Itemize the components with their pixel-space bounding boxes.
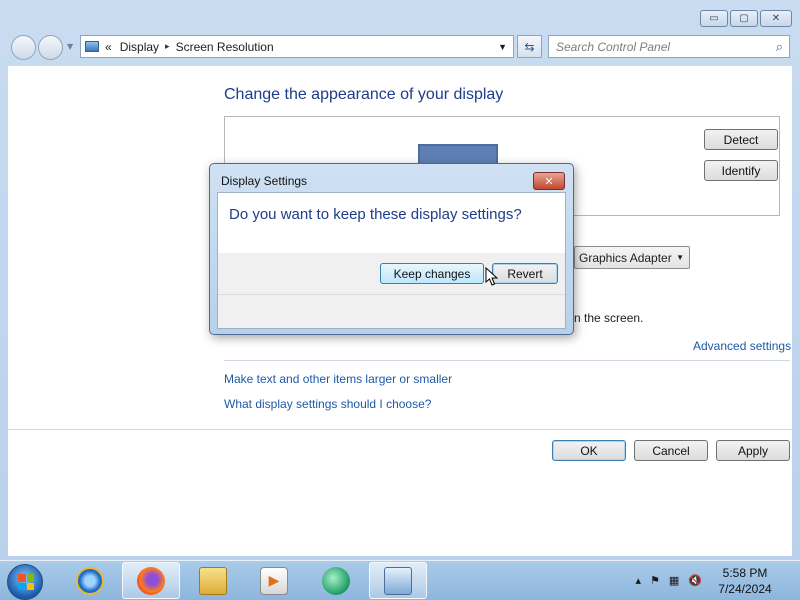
advanced-settings-link[interactable]: Advanced settings xyxy=(693,339,791,353)
clock-date: 7/24/2024 xyxy=(718,582,772,596)
ok-button[interactable]: OK xyxy=(552,440,626,461)
firefox-icon xyxy=(137,566,165,595)
breadcrumb-overflow[interactable]: « xyxy=(105,40,112,54)
control-panel-icon xyxy=(384,566,412,595)
screen-description-text: n the screen. xyxy=(574,311,644,325)
detect-button[interactable]: Detect xyxy=(704,129,778,150)
forward-button[interactable] xyxy=(38,35,63,60)
text-size-link[interactable]: Make text and other items larger or smal… xyxy=(224,372,452,386)
network-icon[interactable]: ▦ xyxy=(669,574,679,587)
display-help-link[interactable]: What display settings should I choose? xyxy=(224,397,431,411)
taskbar-media-center[interactable] xyxy=(307,562,365,599)
maximize-button[interactable]: ▢ xyxy=(730,10,758,27)
window-caption-buttons: ▭ ▢ ✕ xyxy=(700,10,792,27)
display-adapter-value: Graphics Adapter xyxy=(579,250,672,265)
chevron-down-icon: ▼ xyxy=(676,253,684,262)
taskbar: ▶ ▴ ⚑ ▦ 🔇 5:58 PM 7/24/2024 xyxy=(0,560,800,600)
media-player-icon: ▶ xyxy=(260,566,288,595)
taskbar-control-panel[interactable] xyxy=(369,562,427,599)
dialog-body: Do you want to keep these display settin… xyxy=(217,192,566,329)
dialog-close-button[interactable]: ✕ xyxy=(533,172,565,190)
volume-muted-icon[interactable]: 🔇 xyxy=(688,574,702,587)
dialog-question: Do you want to keep these display settin… xyxy=(229,206,522,223)
folder-icon xyxy=(199,566,227,595)
footer-divider xyxy=(8,429,792,430)
search-placeholder: Search Control Panel xyxy=(556,39,671,54)
recent-pages-dropdown-icon[interactable]: ▼ xyxy=(67,42,73,51)
search-input[interactable]: Search Control Panel ⌕ xyxy=(548,35,790,58)
keep-changes-button[interactable]: Keep changes xyxy=(380,263,484,284)
back-button[interactable] xyxy=(11,35,36,60)
taskbar-file-explorer[interactable] xyxy=(184,562,242,599)
close-window-button[interactable]: ✕ xyxy=(760,10,792,27)
address-bar[interactable]: « Display ▸ Screen Resolution ▼ xyxy=(80,35,514,58)
dialog-message-area: Do you want to keep these display settin… xyxy=(218,193,565,253)
identify-button[interactable]: Identify xyxy=(704,160,778,181)
media-center-icon xyxy=(322,566,350,595)
dialog-divider xyxy=(218,294,565,295)
navigation-bar: ▼ « Display ▸ Screen Resolution ▼ ⇆ Sear… xyxy=(0,34,800,60)
refresh-button[interactable]: ⇆ xyxy=(517,35,542,58)
section-divider xyxy=(224,360,790,361)
display-adapter-select[interactable]: Graphics Adapter ▼ xyxy=(574,246,690,269)
taskbar-firefox[interactable] xyxy=(122,562,180,599)
revert-button[interactable]: Revert xyxy=(492,263,558,284)
control-panel-icon xyxy=(85,41,99,52)
minimize-button[interactable]: ▭ xyxy=(700,10,728,27)
taskbar-internet-explorer[interactable] xyxy=(61,562,119,599)
taskbar-clock[interactable]: 5:58 PM 7/24/2024 xyxy=(710,565,780,597)
breadcrumb-separator-icon[interactable]: ▸ xyxy=(165,41,170,52)
search-icon[interactable]: ⌕ xyxy=(776,39,783,55)
start-button[interactable] xyxy=(7,564,43,600)
breadcrumb-display[interactable]: Display xyxy=(120,40,159,54)
apply-button[interactable]: Apply xyxy=(716,440,790,461)
clock-time: 5:58 PM xyxy=(722,566,768,580)
internet-explorer-icon xyxy=(76,566,104,595)
display-settings-dialog: Display Settings ✕ Do you want to keep t… xyxy=(209,163,574,335)
taskbar-media-player[interactable]: ▶ xyxy=(245,562,303,599)
show-hidden-icons-icon[interactable]: ▴ xyxy=(635,574,641,587)
page-title: Change the appearance of your display xyxy=(224,86,504,103)
address-dropdown-icon[interactable]: ▼ xyxy=(498,42,507,52)
system-tray: ▴ ⚑ ▦ 🔇 xyxy=(635,574,702,587)
dialog-title: Display Settings xyxy=(221,174,308,188)
cancel-button[interactable]: Cancel xyxy=(634,440,708,461)
action-center-flag-icon[interactable]: ⚑ xyxy=(650,574,660,587)
windows-logo-icon xyxy=(18,574,34,590)
mouse-pointer-icon xyxy=(485,267,499,286)
breadcrumb-screen-resolution[interactable]: Screen Resolution xyxy=(176,40,274,54)
